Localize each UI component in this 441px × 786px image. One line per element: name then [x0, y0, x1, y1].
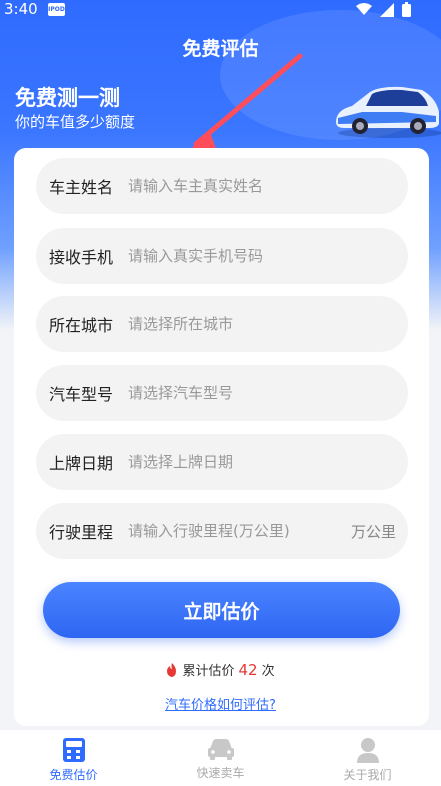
tab-free-estimate[interactable]: 免费估价 — [0, 730, 147, 786]
mileage-field: 行驶里程 万公里 — [36, 503, 408, 559]
owner-name-input[interactable] — [128, 158, 338, 214]
user-icon — [356, 738, 379, 763]
car-model-field[interactable]: 汽车型号 — [36, 365, 408, 421]
car-illustration — [336, 86, 441, 138]
field-label: 所在城市 — [49, 316, 114, 335]
registration-date-field[interactable]: 上牌日期 — [36, 434, 408, 490]
flame-icon — [167, 663, 177, 677]
field-label: 行驶里程 — [49, 523, 114, 542]
counter-count: 42 — [238, 661, 258, 679]
tab-quick-sell[interactable]: 快速卖车 — [147, 730, 294, 786]
field-label: 接收手机 — [49, 248, 114, 267]
registration-date-select[interactable] — [128, 434, 338, 490]
hero-subtitle: 你的车值多少额度 — [15, 113, 136, 131]
signal-icon — [380, 2, 394, 17]
car-icon — [207, 739, 234, 760]
help-link[interactable]: 汽车价格如何评估? — [0, 694, 441, 713]
field-label: 车主姓名 — [49, 178, 114, 197]
tab-label: 快速卖车 — [196, 766, 245, 780]
owner-name-field: 车主姓名 — [36, 158, 408, 214]
tab-about-us[interactable]: 关于我们 — [294, 730, 441, 786]
system-icons — [356, 2, 411, 17]
city-field[interactable]: 所在城市 — [36, 296, 408, 352]
counter-suffix: 次 — [261, 664, 275, 679]
tab-label: 关于我们 — [343, 768, 392, 782]
mileage-unit: 万公里 — [350, 522, 396, 541]
battery-icon — [402, 2, 411, 17]
phone-input[interactable] — [128, 228, 338, 284]
hero-title: 免费测一测 — [15, 86, 120, 110]
bottom-tabbar: 免费估价 快速卖车 关于我们 — [0, 730, 441, 786]
city-select[interactable] — [128, 296, 338, 352]
app-badge-icon: IPOD — [48, 3, 65, 16]
counter-prefix: 累计估价 — [182, 664, 235, 679]
phone-field: 接收手机 — [36, 228, 408, 284]
field-label: 上牌日期 — [49, 454, 114, 473]
car-model-select[interactable] — [128, 365, 338, 421]
status-time: 3:40 — [4, 0, 38, 18]
wifi-icon — [356, 3, 372, 15]
mileage-input[interactable] — [128, 503, 338, 559]
estimate-counter: 累计估价 42 次 — [0, 660, 441, 679]
estimate-button[interactable]: 立即估价 — [43, 582, 400, 638]
status-bar: 3:40 IPOD — [0, 0, 441, 20]
calculator-icon — [62, 738, 85, 762]
field-label: 汽车型号 — [49, 385, 114, 404]
tab-label: 免费估价 — [49, 768, 98, 782]
